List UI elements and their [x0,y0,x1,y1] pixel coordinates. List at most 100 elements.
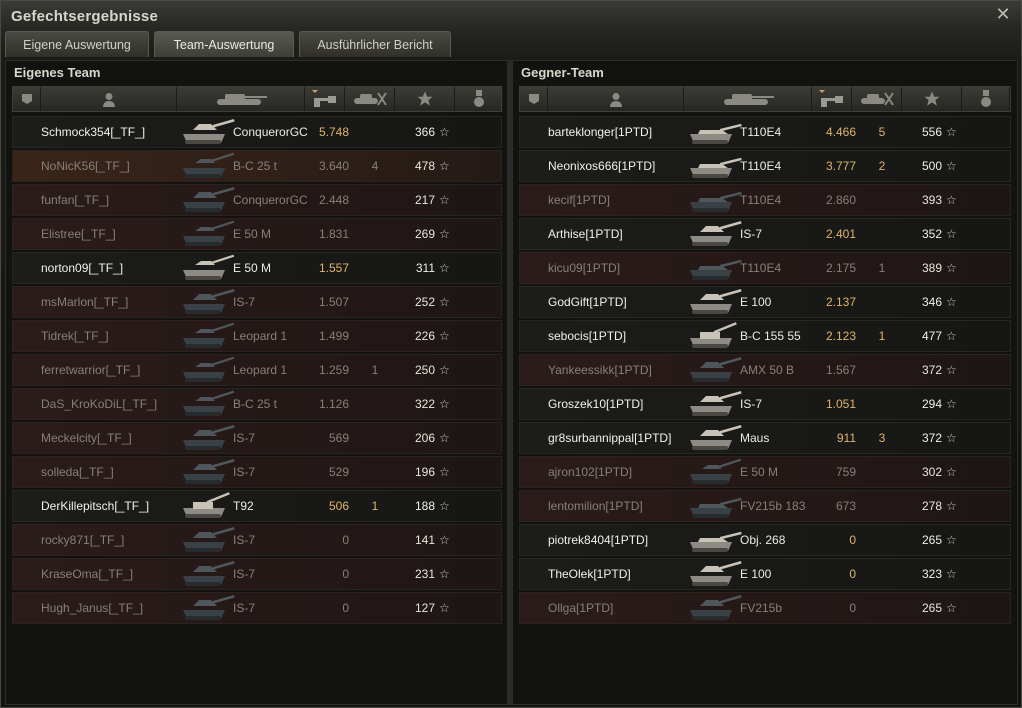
tank-icon [686,424,744,452]
tank-icon [686,220,744,248]
player-name[interactable]: msMarlon[_TF_] [41,287,128,317]
player-row[interactable]: kecif[1PTD] T110E4 2.860 393 ☆ [519,184,1011,216]
damage-sort-icon[interactable] [305,87,345,111]
player-row[interactable]: Ollga[1PTD] FV215b 0 265 ☆ [519,592,1011,624]
player-name[interactable]: Yankeessikk[1PTD] [548,355,652,385]
player-row[interactable]: sebocis[1PTD] B-C 155 55 2.123 1 477 ☆ [519,320,1011,352]
player-row[interactable]: funfan[_TF_] ConquerorGC 2.448 217 ☆ [12,184,502,216]
vehicle-name: E 50 M [740,465,779,479]
player-name[interactable]: norton09[_TF_] [41,253,123,283]
tab-team-evaluation[interactable]: Team-Auswertung [154,31,294,57]
player-name[interactable]: NoNicK56[_TF_] [41,151,130,181]
player-row[interactable]: NoNicK56[_TF_] B-C 25 t 3.640 4 478 ☆ [12,150,502,182]
player-icon[interactable] [548,87,684,111]
player-name[interactable]: kicu09[1PTD] [548,253,620,283]
player-name[interactable]: TheOlek[1PTD] [548,559,631,589]
player-row[interactable]: Groszek10[1PTD] IS-7 1.051 294 ☆ [519,388,1011,420]
player-row[interactable]: msMarlon[_TF_] IS-7 1.507 252 ☆ [12,286,502,318]
player-row[interactable]: kicu09[1PTD] T110E4 2.175 1 389 ☆ [519,252,1011,284]
star-icon: ☆ [439,465,450,479]
tab-own-evaluation[interactable]: Eigene Auswertung [5,31,149,57]
player-name[interactable]: Arthise[1PTD] [548,219,623,249]
player-name[interactable]: sebocis[1PTD] [548,321,626,351]
player-name[interactable]: piotrek8404[1PTD] [548,525,648,555]
damage-value: 0 [342,601,349,615]
player-name[interactable]: funfan[_TF_] [41,185,109,215]
xp-star-icon[interactable] [902,87,962,111]
vehicle-name: T92 [233,499,254,513]
kills-value [876,457,888,487]
player-row[interactable]: KraseOma[_TF_] IS-7 0 231 ☆ [12,558,502,590]
star-icon: ☆ [946,465,957,479]
player-name[interactable]: kecif[1PTD] [548,185,610,215]
xp-value: 372 [921,363,942,377]
player-row[interactable]: ferretwarrior[_TF_] Leopard 1 1.259 1 25… [12,354,502,386]
player-row[interactable]: Tidrek[_TF_] Leopard 1 1.499 226 ☆ [12,320,502,352]
player-row[interactable]: ajron102[1PTD] E 50 M 759 302 ☆ [519,456,1011,488]
player-name[interactable]: DaS_KroKoDiL[_TF_] [41,389,157,419]
xp-value: 478 [414,159,435,173]
player-row[interactable]: barteklonger[1PTD] T110E4 4.466 5 556 ☆ [519,116,1011,148]
player-row[interactable]: lentomilion[1PTD] FV215b 183 673 278 ☆ [519,490,1011,522]
xp-value: 231 [414,567,435,581]
player-row[interactable]: Hugh_Janus[_TF_] IS-7 0 127 ☆ [12,592,502,624]
xp-value: 311 [415,261,435,275]
player-row[interactable]: norton09[_TF_] E 50 M 1.557 311 ☆ [12,252,502,284]
player-row[interactable]: Elistree[_TF_] E 50 M 1.831 269 ☆ [12,218,502,250]
player-name[interactable]: Ollga[1PTD] [548,593,613,623]
tank-icon[interactable] [684,87,812,111]
player-name[interactable]: Schmock354[_TF_] [41,117,145,147]
close-icon[interactable]: ✕ [995,5,1011,23]
player-name[interactable]: KraseOma[_TF_] [41,559,133,589]
player-icon[interactable] [41,87,177,111]
player-row[interactable]: Meckelcity[_TF_] IS-7 569 206 ☆ [12,422,502,454]
squad-icon[interactable] [520,87,548,111]
player-name[interactable]: Hugh_Janus[_TF_] [41,593,143,623]
player-name[interactable]: solleda[_TF_] [41,457,114,487]
player-name[interactable]: Elistree[_TF_] [41,219,116,249]
player-row[interactable]: Schmock354[_TF_] ConquerorGC 5.748 366 ☆ [12,116,502,148]
player-row[interactable]: rocky871[_TF_] IS-7 0 141 ☆ [12,524,502,556]
player-name[interactable]: Groszek10[1PTD] [548,389,643,419]
player-row[interactable]: DerKillepitsch[_TF_] T92 506 1 188 ☆ [12,490,502,522]
player-name[interactable]: lentomilion[1PTD] [548,491,643,521]
kills-icon[interactable] [852,87,902,111]
player-name[interactable]: gr8surbannippal[1PTD] [548,423,671,453]
damage-sort-icon[interactable] [812,87,852,111]
player-name[interactable]: ferretwarrior[_TF_] [41,355,140,385]
medal-icon[interactable] [962,87,1010,111]
player-row[interactable]: piotrek8404[1PTD] Obj. 268 0 265 ☆ [519,524,1011,556]
tab-detailed-report[interactable]: Ausführlicher Bericht [299,31,451,57]
star-icon: ☆ [439,329,450,343]
player-name[interactable]: Meckelcity[_TF_] [41,423,132,453]
kills-value [369,389,381,419]
kills-value: 4 [371,159,379,173]
player-row[interactable]: Neonixos666[1PTD] T110E4 3.777 2 500 ☆ [519,150,1011,182]
player-name[interactable]: GodGift[1PTD] [548,287,627,317]
player-row[interactable]: solleda[_TF_] IS-7 529 196 ☆ [12,456,502,488]
tank-icon [179,118,237,146]
player-name[interactable]: rocky871[_TF_] [41,525,124,555]
tank-icon [179,526,237,554]
kills-icon[interactable] [345,87,395,111]
player-row[interactable]: Arthise[1PTD] IS-7 2.401 352 ☆ [519,218,1011,250]
player-row[interactable]: Yankeessikk[1PTD] AMX 50 B 1.567 372 ☆ [519,354,1011,386]
player-name[interactable]: ajron102[1PTD] [548,457,632,487]
xp-star-icon[interactable] [395,87,455,111]
player-name[interactable]: Tidrek[_TF_] [41,321,109,351]
tank-icon[interactable] [177,87,305,111]
damage-value: 1.051 [825,397,856,411]
kills-value [369,321,381,351]
player-row[interactable]: DaS_KroKoDiL[_TF_] B-C 25 t 1.126 322 ☆ [12,388,502,420]
medal-icon[interactable] [455,87,503,111]
kills-value: 2 [878,159,886,173]
damage-value: 1.557 [318,261,349,275]
player-name[interactable]: DerKillepitsch[_TF_] [41,491,149,521]
player-row[interactable]: TheOlek[1PTD] E 100 0 323 ☆ [519,558,1011,590]
player-row[interactable]: GodGift[1PTD] E 100 2.137 346 ☆ [519,286,1011,318]
player-row[interactable]: gr8surbannippal[1PTD] Maus 911 3 372 ☆ [519,422,1011,454]
player-name[interactable]: Neonixos666[1PTD] [548,151,655,181]
squad-icon[interactable] [13,87,41,111]
damage-value: 759 [835,465,856,479]
player-name[interactable]: barteklonger[1PTD] [548,117,652,147]
